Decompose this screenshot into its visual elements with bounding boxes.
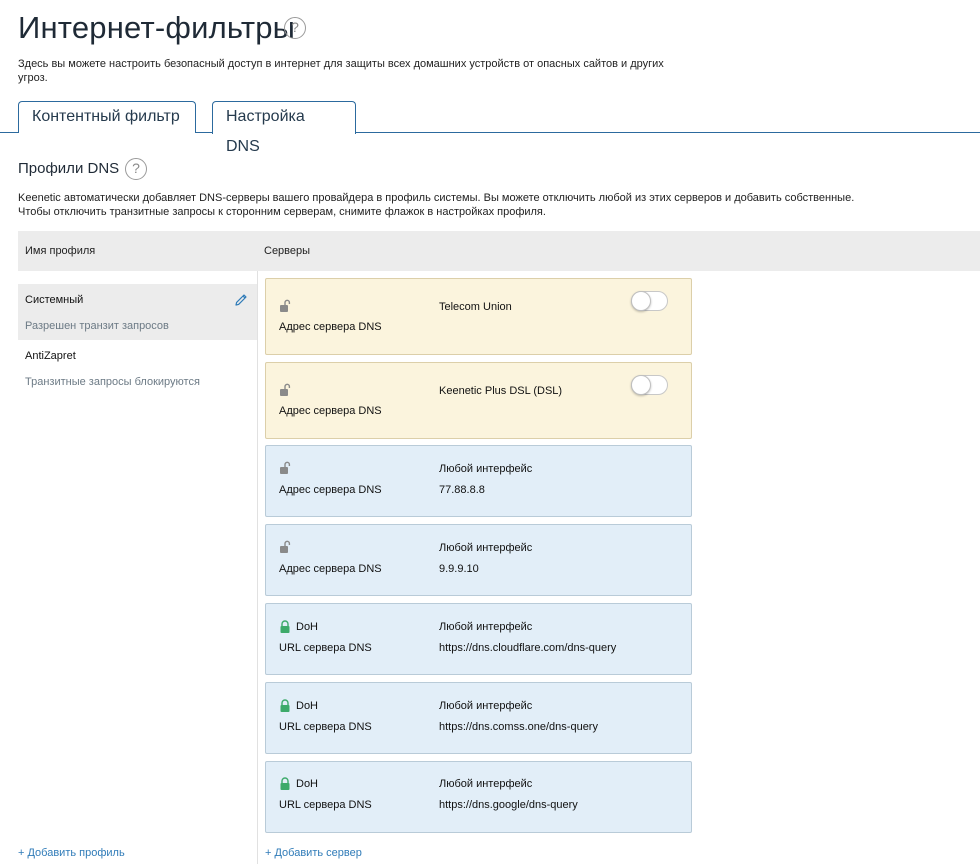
- server-address: 9.9.9.10: [439, 563, 479, 575]
- unlock-icon: [280, 299, 291, 312]
- server-interface: Любой интерфейс: [439, 700, 533, 712]
- table-header: Имя профиля Серверы: [18, 231, 980, 271]
- profile-name: AntiZapret: [25, 350, 76, 362]
- profile-name: Системный: [25, 294, 84, 306]
- server-address-label: Адрес сервера DNS: [279, 484, 382, 496]
- description-line: Keenetic автоматически добавляет DNS-сер…: [18, 192, 855, 204]
- add-profile-link[interactable]: + Добавить профиль: [18, 847, 125, 859]
- description-line: Чтобы отключить транзитные запросы к сто…: [18, 206, 546, 218]
- server-interface: Любой интерфейс: [439, 778, 533, 790]
- server-interface: Telecom Union: [439, 301, 512, 313]
- lock-icon: [280, 777, 290, 790]
- server-address-label: URL сервера DNS: [279, 721, 372, 733]
- profile-status: Транзитные запросы блокируются: [25, 376, 200, 388]
- profile-item-antizapret[interactable]: AntiZapret Транзитные запросы блокируютс…: [18, 340, 257, 396]
- dns-server-card[interactable]: Любой интерфейс Адрес сервера DNS 9.9.9.…: [265, 524, 692, 596]
- section-title: Профили DNS: [18, 160, 120, 177]
- dns-server-card[interactable]: DoH Любой интерфейс URL сервера DNS http…: [265, 682, 692, 754]
- column-divider: [257, 271, 258, 864]
- dns-server-card[interactable]: DoH Любой интерфейс URL сервера DNS http…: [265, 761, 692, 833]
- toggle-knob: [631, 375, 651, 395]
- unlock-icon: [280, 461, 291, 474]
- server-interface: Любой интерфейс: [439, 542, 533, 554]
- dns-server-card[interactable]: Keenetic Plus DSL (DSL) Адрес сервера DN…: [265, 362, 692, 439]
- server-toggle[interactable]: [631, 291, 668, 311]
- tab-bar: Контентный фильтр Настройка DNS: [0, 101, 980, 155]
- tab-dns-settings[interactable]: Настройка DNS: [212, 101, 356, 155]
- server-address-label: Адрес сервера DNS: [279, 405, 382, 417]
- server-toggle[interactable]: [631, 375, 668, 395]
- lock-icon: [280, 620, 290, 633]
- dns-server-card[interactable]: Telecom Union Адрес сервера DNS: [265, 278, 692, 355]
- server-address-label: Адрес сервера DNS: [279, 563, 382, 575]
- lock-icon: [280, 699, 290, 712]
- server-address: 77.88.8.8: [439, 484, 485, 496]
- server-interface: Keenetic Plus DSL (DSL): [439, 385, 563, 397]
- doh-badge: DoH: [296, 778, 319, 790]
- column-header-profile-name: Имя профиля: [25, 245, 96, 257]
- server-interface: Любой интерфейс: [439, 621, 533, 633]
- server-address: https://dns.cloudflare.com/dns-query: [439, 642, 617, 654]
- server-address-label: Адрес сервера DNS: [279, 321, 382, 333]
- help-icon[interactable]: ?: [284, 17, 306, 39]
- profile-item-system[interactable]: Системный Разрешен транзит запросов: [18, 284, 257, 340]
- section-description: Keenetic автоматически добавляет DNS-сер…: [18, 191, 958, 219]
- server-address-label: URL сервера DNS: [279, 799, 372, 811]
- doh-badge: DoH: [296, 700, 319, 712]
- server-address: https://dns.comss.one/dns-query: [439, 721, 598, 733]
- column-header-servers: Серверы: [264, 245, 311, 257]
- unlock-icon: [280, 540, 291, 553]
- dns-server-card[interactable]: Любой интерфейс Адрес сервера DNS 77.88.…: [265, 445, 692, 517]
- pencil-icon[interactable]: [233, 292, 249, 308]
- server-address: https://dns.google/dns-query: [439, 799, 578, 811]
- tab-content-filter[interactable]: Контентный фильтр: [18, 101, 196, 133]
- unlock-icon: [280, 383, 291, 396]
- doh-badge: DoH: [296, 621, 319, 633]
- toggle-knob: [631, 291, 651, 311]
- help-icon[interactable]: ?: [125, 158, 147, 180]
- server-interface: Любой интерфейс: [439, 463, 533, 475]
- add-server-link[interactable]: + Добавить сервер: [265, 847, 362, 859]
- dns-server-card[interactable]: DoH Любой интерфейс URL сервера DNS http…: [265, 603, 692, 675]
- profile-status: Разрешен транзит запросов: [25, 320, 169, 332]
- server-address-label: URL сервера DNS: [279, 642, 372, 654]
- page-intro: Здесь вы можете настроить безопасный дос…: [18, 58, 664, 84]
- page-title: Интернет-фильтры: [18, 10, 296, 45]
